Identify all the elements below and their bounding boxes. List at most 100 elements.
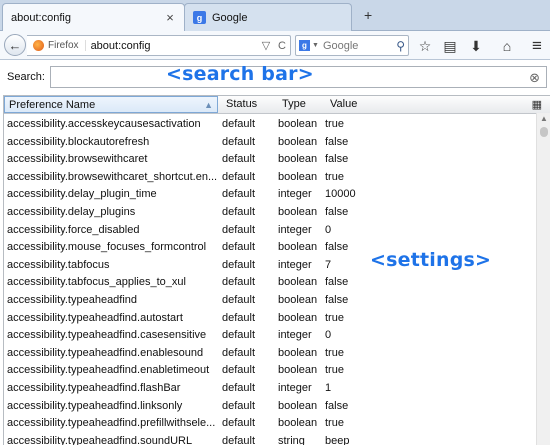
- value-cell: true: [325, 311, 344, 324]
- engine-dropdown-icon[interactable]: ▼: [312, 42, 319, 49]
- new-tab-icon[interactable]: +: [364, 7, 372, 23]
- scroll-up-icon[interactable]: ▲: [537, 114, 550, 123]
- back-button[interactable]: ←: [4, 34, 26, 56]
- value-cell: false: [325, 399, 349, 412]
- table-row[interactable]: accessibility.delay_plugins default boolea…: [4, 203, 539, 221]
- status-cell: default: [222, 241, 256, 254]
- column-header-status[interactable]: Status: [222, 96, 274, 113]
- status-cell: default: [222, 293, 256, 306]
- table-row[interactable]: accessibility.typeaheadfind.autostart def…: [4, 309, 539, 327]
- preference-name-cell: accessibility.typeaheadfind.casesensitiv…: [7, 329, 207, 342]
- preference-name-cell: accessibility.blockautorefresh: [7, 135, 150, 148]
- value-cell: 10000: [325, 188, 356, 201]
- value-cell: false: [325, 135, 349, 148]
- table-row[interactable]: accessibility.typeaheadfind.casesensitiv…: [4, 326, 539, 344]
- preference-name-cell: accessibility.typeaheadfind.linksonly: [7, 399, 183, 412]
- bookmarks-menu-icon[interactable]: ▤: [439, 36, 461, 56]
- type-cell: boolean: [278, 118, 318, 130]
- search-icon[interactable]: ⚲: [396, 39, 405, 53]
- preference-name-cell: accessibility.typeaheadfind.flashBar: [7, 381, 181, 394]
- column-header-value[interactable]: Value: [326, 96, 526, 113]
- type-cell: boolean: [278, 241, 318, 254]
- table-row[interactable]: accessibility.typeaheadfind.linksonly def…: [4, 397, 539, 415]
- table-row[interactable]: accessibility.typeaheadfind default boolea…: [4, 291, 539, 309]
- status-cell: default: [222, 346, 256, 359]
- web-search-bar[interactable]: g ▼ Google ⚲: [295, 35, 409, 56]
- column-picker-icon[interactable]: ▦: [532, 98, 542, 111]
- type-cell: boolean: [278, 417, 318, 430]
- settings-annotation: <settings>: [370, 249, 492, 271]
- column-label: Preference Name: [9, 99, 96, 111]
- table-row[interactable]: accessibility.tabfocus_applies_to_xul def…: [4, 273, 539, 291]
- status-cell: default: [222, 258, 256, 271]
- tab-title: Google: [212, 11, 248, 24]
- value-cell: true: [325, 417, 344, 430]
- value-cell: true: [325, 364, 344, 377]
- value-cell: false: [325, 293, 349, 306]
- status-cell: default: [222, 276, 256, 289]
- status-cell: default: [222, 364, 256, 377]
- search-engine-icon[interactable]: g: [299, 40, 310, 51]
- tab-google[interactable]: g Google: [184, 3, 352, 31]
- navigation-toolbar: ← Firefox about:config ▽ C g ▼ Google ⚲ …: [0, 31, 550, 60]
- url-text[interactable]: about:config: [91, 40, 258, 52]
- google-favicon-icon: g: [193, 11, 206, 24]
- reload-icon[interactable]: C: [274, 40, 290, 52]
- preference-name-cell: accessibility.browsewithcaret_shortcut.e…: [7, 170, 218, 183]
- type-cell: integer: [278, 188, 312, 201]
- table-row[interactable]: accessibility.force_disabled default integ…: [4, 221, 539, 239]
- tab-about-config[interactable]: about:config ×: [2, 3, 185, 31]
- identity-label: Firefox: [48, 40, 79, 51]
- table-row[interactable]: accessibility.typeaheadfind.flashBar defa…: [4, 379, 539, 397]
- preference-name-cell: accessibility.mouse_focuses_formcontrol: [7, 241, 207, 254]
- back-arrow-icon: ←: [8, 37, 22, 53]
- type-cell: boolean: [278, 311, 318, 324]
- search-placeholder[interactable]: Google: [323, 40, 396, 52]
- clear-search-icon[interactable]: ⊗: [529, 70, 540, 86]
- preference-name-cell: accessibility.tabfocus_applies_to_xul: [7, 276, 186, 289]
- value-cell: 0: [325, 329, 332, 342]
- column-header-name[interactable]: Preference Name ▲: [4, 96, 218, 113]
- type-cell: boolean: [278, 170, 318, 183]
- status-cell: default: [222, 170, 256, 183]
- preference-name-cell: accessibility.typeaheadfind.soundURL: [7, 434, 193, 445]
- value-cell: 1: [325, 381, 332, 394]
- table-row[interactable]: accessibility.typeaheadfind.soundURL defa…: [4, 432, 539, 445]
- column-header-type[interactable]: Type: [278, 96, 324, 113]
- site-identity-badge[interactable]: Firefox: [33, 40, 86, 51]
- type-cell: boolean: [278, 276, 318, 289]
- preference-name-cell: accessibility.delay_plugin_time: [7, 188, 157, 201]
- value-cell: true: [325, 170, 344, 183]
- type-cell: boolean: [278, 364, 318, 377]
- table-row[interactable]: accessibility.browsewithcaret default bool…: [4, 150, 539, 168]
- type-cell: boolean: [278, 153, 318, 166]
- value-cell: false: [325, 276, 349, 289]
- bookmark-star-icon[interactable]: ☆: [414, 36, 436, 56]
- status-cell: default: [222, 311, 256, 324]
- table-row[interactable]: accessibility.blockautorefresh default boo…: [4, 133, 539, 151]
- url-dropdown-icon[interactable]: ▽: [258, 39, 274, 52]
- menu-icon[interactable]: ≡: [526, 36, 548, 56]
- status-cell: default: [222, 118, 256, 130]
- status-cell: default: [222, 135, 256, 148]
- home-icon[interactable]: ⌂: [496, 36, 518, 56]
- type-cell: boolean: [278, 205, 318, 218]
- type-cell: boolean: [278, 293, 318, 306]
- value-cell: beep: [325, 434, 350, 445]
- downloads-icon[interactable]: ⬇: [465, 36, 487, 56]
- table-row[interactable]: accessibility.typeaheadfind.enablesound d…: [4, 344, 539, 362]
- table-row[interactable]: accessibility.typeaheadfind.enabletimeou…: [4, 361, 539, 379]
- close-tab-icon[interactable]: ×: [164, 10, 176, 25]
- type-cell: boolean: [278, 399, 318, 412]
- url-bar[interactable]: Firefox about:config ▽ C: [27, 35, 291, 56]
- table-row[interactable]: accessibility.accesskeycausesactivation d…: [4, 115, 539, 133]
- table-row[interactable]: accessibility.delay_plugin_time default in…: [4, 185, 539, 203]
- vertical-scrollbar[interactable]: ▲: [536, 113, 550, 445]
- value-cell: 0: [325, 223, 332, 236]
- table-row[interactable]: accessibility.browsewithcaret_shortcut.e…: [4, 168, 539, 186]
- type-cell: integer: [278, 223, 312, 236]
- table-row[interactable]: accessibility.typeaheadfind.prefillwiths…: [4, 414, 539, 432]
- preference-name-cell: accessibility.typeaheadfind: [7, 293, 138, 306]
- status-cell: default: [222, 329, 256, 342]
- scrollbar-thumb[interactable]: [540, 127, 548, 137]
